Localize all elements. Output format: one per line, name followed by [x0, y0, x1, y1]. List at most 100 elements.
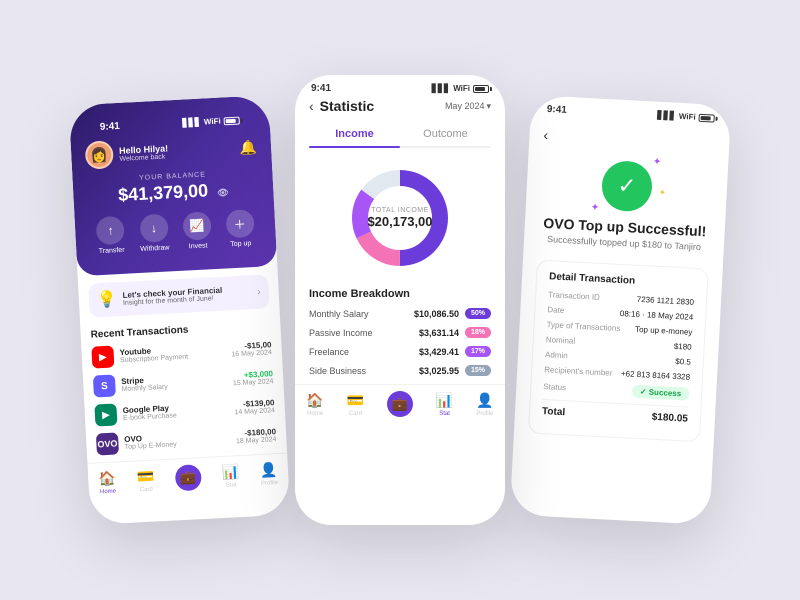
nav-profile-c[interactable]: 👤 Profile — [476, 392, 493, 417]
invest-button[interactable]: 📈 Invest — [182, 211, 212, 250]
profile-icon: 👤 — [260, 461, 278, 479]
wallet-icon: 💼 — [180, 469, 197, 486]
status-badge: ✓ Success — [631, 385, 689, 401]
user-info: 👩 Hello Hilya! Welcome back — [85, 137, 169, 169]
googleplay-icon: ▶ — [94, 403, 117, 426]
right-phone: 9:41 ▋▋▋ WiFi ‹ ✓ ✦ ✦ ✦ OVO Top up Succe… — [510, 95, 732, 525]
back-button-right[interactable]: ‹ — [543, 127, 549, 143]
transfer-button[interactable]: ↑ Transfer — [96, 216, 126, 255]
insight-icon: 💡 — [96, 289, 117, 310]
detail-row: Type of Transactions Top up e-money — [546, 320, 692, 337]
tx-info: Google Play E-book Purchase — [122, 401, 228, 423]
avatar: 👩 — [85, 140, 114, 169]
insight-text: Let's check your Financial Insight for t… — [122, 284, 251, 307]
profile-icon: 👤 — [476, 392, 493, 409]
nav-wallet-c[interactable]: 💼 — [387, 391, 413, 417]
stripe-icon: S — [93, 374, 116, 397]
sparkle-icon-3: ✦ — [659, 188, 666, 197]
bottom-nav-center: 🏠 Home 💳 Card 💼 📊 Stat 👤 Profile — [295, 384, 505, 425]
list-item: Monthly Salary $10,086.50 50% — [309, 308, 491, 319]
nav-card[interactable]: 💳 Card — [136, 467, 155, 493]
tab-outcome[interactable]: Outcome — [400, 122, 491, 146]
nav-stat-c[interactable]: 📊 Stat — [436, 392, 453, 417]
time-left: 9:41 — [100, 121, 121, 133]
user-text: Hello Hilya! Welcome back — [119, 143, 169, 163]
tx-info: Youtube Subscription Payment — [119, 343, 225, 365]
bottom-nav-left: 🏠 Home 💳 Card 💼 📊 Stat 👤 Profile — [87, 453, 289, 504]
detail-row: Date 08:16 · 18 May 2024 — [547, 305, 693, 322]
youtube-icon: ▶ — [91, 346, 114, 369]
welcome-text: Welcome back — [119, 153, 168, 163]
withdraw-button[interactable]: ↓ Withdraw — [139, 213, 170, 252]
time-center: 9:41 — [311, 83, 331, 94]
nav-profile[interactable]: 👤 Profile — [260, 461, 279, 487]
wallet-icon: 💼 — [392, 396, 408, 412]
success-body: ✓ ✦ ✦ ✦ OVO Top up Successful! Successfu… — [523, 146, 729, 269]
table-row: ▶ Google Play E-book Purchase -$139,00 1… — [94, 395, 275, 426]
eye-icon[interactable]: 👁 — [217, 187, 229, 198]
status-icons-right: ▋▋▋ WiFi — [657, 111, 715, 123]
tab-income[interactable]: Income — [309, 122, 400, 146]
detail-row: Nominal $180 — [546, 335, 692, 352]
income-breakdown: Income Breakdown Monthly Salary $10,086.… — [309, 288, 491, 376]
nav-home[interactable]: 🏠 Home — [98, 469, 117, 495]
recent-title: Recent Transactions — [90, 320, 270, 340]
status-icons-center: ▋▋▋ WiFi — [432, 84, 489, 93]
status-icons-left: ▋▋▋ WiFi — [182, 116, 240, 128]
time-right: 9:41 — [547, 104, 568, 116]
breakdown-title: Income Breakdown — [309, 288, 491, 300]
center-content: ‹ Statistic May 2024 ▾ Income Outcome — [295, 98, 505, 376]
stat-header: ‹ Statistic May 2024 ▾ — [309, 98, 491, 114]
home-icon: 🏠 — [98, 469, 116, 487]
month-selector[interactable]: May 2024 ▾ — [445, 101, 491, 112]
insight-banner[interactable]: 💡 Let's check your Financial Insight for… — [88, 274, 270, 317]
chevron-down-icon: ▾ — [486, 101, 491, 112]
topup-button[interactable]: ＋ Top up — [225, 209, 255, 248]
list-item: Freelance $3,429.41 17% — [309, 346, 491, 357]
tx-info: OVO Top Up E-Money — [124, 430, 230, 452]
tx-info: Stripe Monthly Salary — [121, 372, 227, 394]
stat-icon: 📊 — [436, 392, 453, 409]
action-buttons: ↑ Transfer ↓ Withdraw 📈 Invest ＋ Top up — [89, 209, 263, 256]
tabs: Income Outcome — [309, 122, 491, 148]
home-icon: 🏠 — [306, 392, 323, 409]
left-header: 9:41 ▋▋▋ WiFi 👩 Hello Hilya! Welco — [69, 95, 278, 276]
stat-title: Statistic — [320, 98, 439, 114]
card-icon: 💳 — [347, 392, 364, 409]
list-item: Passive Income $3,631.14 18% — [309, 327, 491, 338]
status-bar-center: 9:41 ▋▋▋ WiFi — [295, 75, 505, 98]
list-item: Side Business $3,025.95 15% — [309, 365, 491, 376]
detail-card: Detail Transaction Transaction ID 7236 1… — [528, 260, 709, 443]
donut-center: TOTAL INCOME $20,173,00 — [367, 207, 432, 229]
detail-row: Admin $0.5 — [545, 350, 691, 367]
nav-card-c[interactable]: 💳 Card — [347, 392, 364, 417]
detail-title: Detail Transaction — [549, 271, 695, 290]
right-content: Detail Transaction Transaction ID 7236 1… — [514, 259, 723, 443]
recent-section: Recent Transactions ▶ Youtube Subscripti… — [80, 316, 287, 456]
table-row: ▶ Youtube Subscription Payment -$15,00 1… — [91, 337, 272, 368]
nav-stat[interactable]: 📊 Stat — [221, 463, 240, 489]
total-row: Total $180.05 — [542, 406, 688, 425]
donut-chart: TOTAL INCOME $20,173,00 — [309, 158, 491, 278]
left-phone: 9:41 ▋▋▋ WiFi 👩 Hello Hilya! Welco — [69, 95, 291, 525]
detail-row: Recipient's number +62 813 8164 3328 — [544, 365, 690, 382]
user-row: 👩 Hello Hilya! Welcome back 🔔 — [85, 133, 258, 170]
insight-arrow-icon: › — [257, 286, 261, 297]
table-row: OVO OVO Top Up E-Money -$180,00 18 May 2… — [96, 424, 277, 455]
ovo-icon: OVO — [96, 432, 119, 455]
bell-icon[interactable]: 🔔 — [239, 138, 257, 156]
back-button[interactable]: ‹ — [309, 98, 314, 114]
sparkle-icon-2: ✦ — [590, 202, 599, 213]
nav-home-c[interactable]: 🏠 Home — [306, 392, 323, 417]
nav-wallet[interactable]: 💼 — [175, 464, 202, 491]
success-circle: ✓ — [601, 160, 654, 213]
center-phone: 9:41 ▋▋▋ WiFi ‹ Statistic May 2024 ▾ Inc… — [295, 75, 505, 525]
detail-row: Status ✓ Success — [543, 380, 689, 401]
stat-icon: 📊 — [221, 463, 239, 481]
detail-row: Transaction ID 7236 1121 2830 — [548, 290, 694, 307]
success-icon-container: ✓ ✦ ✦ ✦ — [601, 160, 654, 213]
table-row: S Stripe Monthly Salary +$3,000 15 May 2… — [93, 366, 274, 397]
phones-container: 9:41 ▋▋▋ WiFi 👩 Hello Hilya! Welco — [0, 0, 800, 600]
card-icon: 💳 — [136, 467, 154, 485]
status-bar-left: 9:41 ▋▋▋ WiFi — [83, 106, 256, 138]
